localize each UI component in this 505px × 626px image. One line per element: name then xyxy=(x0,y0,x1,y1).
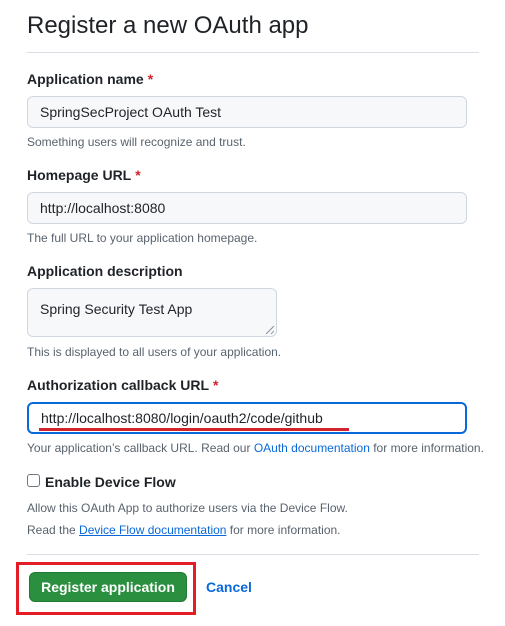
required-mark: * xyxy=(147,71,154,87)
app-name-value: SpringSecProject OAuth Test xyxy=(40,104,222,120)
callback-help-suffix: for more information. xyxy=(369,441,484,455)
app-name-help: Something users will recognize and trust… xyxy=(27,135,246,149)
device-flow-help-line1: Allow this OAuth App to authorize users … xyxy=(27,501,348,515)
homepage-help: The full URL to your application homepag… xyxy=(27,231,258,245)
oauth-documentation-link[interactable]: OAuth documentation xyxy=(254,441,370,455)
resize-handle-icon[interactable] xyxy=(266,326,274,334)
callback-url-value: http://localhost:8080/login/oauth2/code/… xyxy=(41,410,323,426)
description-textarea[interactable]: Spring Security Test App xyxy=(27,288,277,337)
callback-label-text: Authorization callback URL xyxy=(27,377,210,393)
device-flow-documentation-link[interactable]: Device Flow documentation xyxy=(79,523,226,537)
homepage-label: Homepage URL * xyxy=(27,167,141,183)
cancel-link[interactable]: Cancel xyxy=(206,579,252,595)
actions-divider xyxy=(27,554,479,555)
device-flow-help-suffix: for more information. xyxy=(226,523,341,537)
homepage-url-value: http://localhost:8080 xyxy=(40,200,166,216)
description-label: Application description xyxy=(27,263,183,279)
annotation-highlight-box xyxy=(16,562,196,615)
homepage-label-text: Homepage URL xyxy=(27,167,132,183)
callback-help-prefix: Your application’s callback URL. Read ou… xyxy=(27,441,254,455)
callback-url-input[interactable]: http://localhost:8080/login/oauth2/code/… xyxy=(27,402,467,434)
callback-label: Authorization callback URL * xyxy=(27,377,218,393)
device-flow-help-line2: Read the Device Flow documentation for m… xyxy=(27,523,341,537)
homepage-url-input[interactable]: http://localhost:8080 xyxy=(27,192,467,224)
device-flow-label[interactable]: Enable Device Flow xyxy=(45,474,176,490)
required-mark: * xyxy=(135,167,141,183)
description-help: This is displayed to all users of your a… xyxy=(27,345,282,359)
enable-device-flow-checkbox[interactable] xyxy=(27,474,40,487)
callback-help: Your application’s callback URL. Read ou… xyxy=(27,441,484,455)
title-divider xyxy=(27,52,479,53)
app-name-label-text: Application name xyxy=(27,71,144,87)
app-name-input[interactable]: SpringSecProject OAuth Test xyxy=(27,96,467,128)
page-title: Register a new OAuth app xyxy=(27,12,309,39)
annotation-underline xyxy=(39,428,349,431)
description-value: Spring Security Test App xyxy=(40,301,193,317)
device-flow-help-prefix: Read the xyxy=(27,523,80,537)
app-name-label: Application name * xyxy=(27,71,153,87)
required-mark: * xyxy=(213,377,219,393)
